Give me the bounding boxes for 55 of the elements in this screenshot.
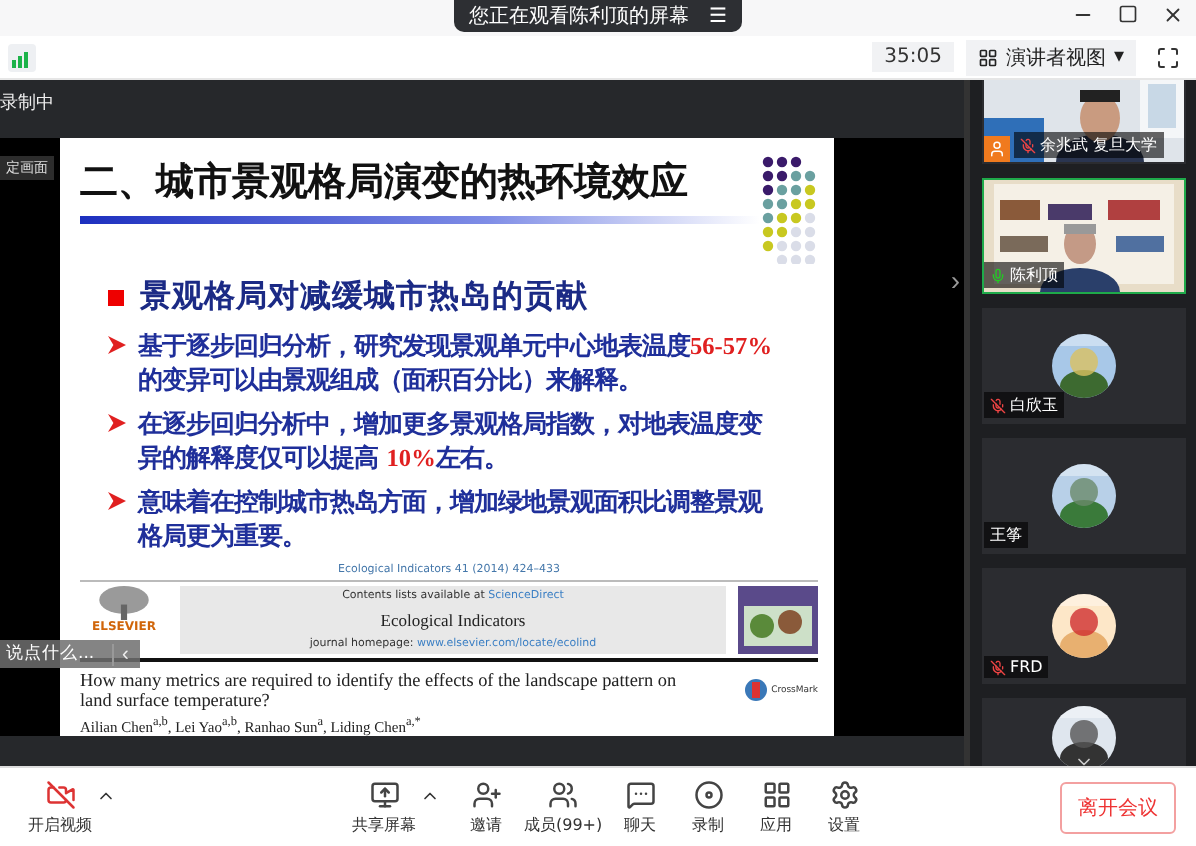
arrow-bullet-icon xyxy=(108,414,126,433)
share-screen-icon xyxy=(369,779,399,809)
journal-name: Ecological Indicators xyxy=(380,610,526,631)
toolbar-button[interactable]: 邀请 xyxy=(452,779,520,835)
bullet-text: 在逐步回归分析中，增加更多景观格局指数，对地表温度变异的解释度仅可以提高 10%左右。 xyxy=(138,408,765,477)
add-user-icon xyxy=(471,779,501,809)
dot-grid-drawing xyxy=(760,154,818,265)
slide-heading: 景观格局对减缓城市热岛的贡献 xyxy=(140,276,588,319)
meeting-timer: 35:05 xyxy=(872,42,954,72)
comment-input[interactable]: 说点什么... xyxy=(6,644,106,664)
record-icon xyxy=(693,779,724,809)
view-menu[interactable]: 演讲者视图 ▾ xyxy=(965,39,1136,75)
tree-logo-icon xyxy=(94,586,154,621)
mic-icon xyxy=(990,267,1006,283)
participant-name: 余兆武 复旦大学 xyxy=(1040,134,1158,156)
square-bullet-icon xyxy=(108,289,124,306)
users-icon xyxy=(548,779,579,809)
toolbar-button[interactable]: 共享屏幕 xyxy=(348,779,420,835)
participant-name: FRD xyxy=(1010,658,1043,676)
menu-icon[interactable]: ☰ xyxy=(709,5,727,27)
bullet-text: 意味着在控制城市热岛方面，增加绿地景观面积比调整景观格局更为重要。 xyxy=(138,486,765,555)
toolbar-button[interactable]: 应用 xyxy=(742,779,811,835)
toolbar-button[interactable]: 设置 xyxy=(810,779,879,835)
participant-tile[interactable]: FRD xyxy=(982,568,1186,684)
participant-tile[interactable] xyxy=(982,698,1186,766)
crossmark-icon xyxy=(743,678,768,703)
fullscreen-icon[interactable] xyxy=(1156,45,1180,69)
paper-title: How many metrics are required to identify the effects of the landscape pattern on land surface temperature? xyxy=(80,670,679,711)
toolbar-button[interactable]: 录制 xyxy=(674,779,743,835)
recording-status: 录制中 xyxy=(0,91,54,117)
grid-icon xyxy=(977,47,998,67)
participant-tile[interactable]: 王筝 xyxy=(982,438,1186,554)
chat-icon xyxy=(625,779,656,809)
settings-icon xyxy=(829,779,860,809)
camera-off-icon xyxy=(45,779,75,809)
participant-tile[interactable]: 白欣玉 xyxy=(982,308,1186,424)
arrow-bullet-icon xyxy=(108,492,126,511)
participant-name: 王筝 xyxy=(990,524,1022,546)
participant-name: 陈利顶 xyxy=(1010,264,1058,286)
participant-name: 白欣玉 xyxy=(1010,394,1058,416)
signal-icon[interactable] xyxy=(8,43,36,71)
participant-tile[interactable]: 陈利顶 xyxy=(982,178,1186,294)
arrow-bullet-icon xyxy=(108,336,126,355)
toolbar-button[interactable]: 聊天 xyxy=(606,779,675,835)
leave-meeting-button[interactable]: 离开会议 xyxy=(1060,781,1176,833)
banner-text: 您正在观看陈利顶的屏幕 xyxy=(469,3,690,30)
toolbar-button[interactable]: 成员(99+) xyxy=(520,779,607,835)
maximize-icon[interactable] xyxy=(1118,4,1138,24)
apps-icon xyxy=(761,779,792,809)
bullet-text: 基于逐步回归分析，研究发现景观单元中心地表温度56-57% 的变异可以由景观组成（面积百分比）来解释。 xyxy=(138,330,774,399)
close-icon[interactable] xyxy=(1162,4,1184,26)
toolbar-button[interactable]: 开启视频 xyxy=(24,779,96,835)
participant-tile[interactable]: 余兆武 复旦大学 xyxy=(982,80,1186,164)
journal-cover-drawing xyxy=(738,586,818,655)
slide-title: 二、城市景观格局演变的热环境效应 xyxy=(80,158,690,209)
